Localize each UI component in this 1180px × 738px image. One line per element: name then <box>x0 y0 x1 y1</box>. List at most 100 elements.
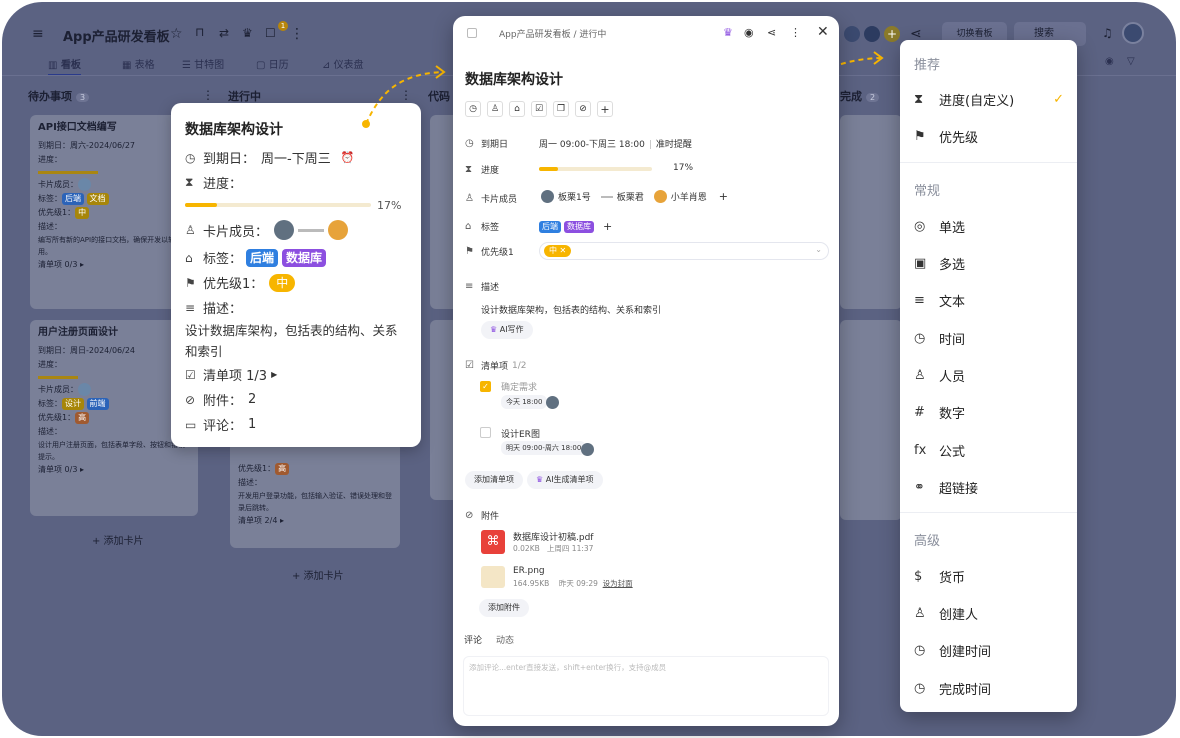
more-icon[interactable]: ⋮ <box>290 26 304 42</box>
add-card-button[interactable]: + 添加卡片 <box>292 567 344 582</box>
avatar <box>844 26 860 42</box>
checklist-item-time[interactable]: 今天 18:00 <box>501 395 548 409</box>
tab-gantt[interactable]: ☰ 甘特图 <box>182 56 224 71</box>
add-attachment-button[interactable]: 添加附件 <box>479 599 529 617</box>
swap-icon[interactable]: ⇄ <box>219 26 229 40</box>
attachment-name[interactable]: 数据库设计初稿.pdf <box>513 530 593 543</box>
menu-item-link[interactable]: ⚭ 超链接 <box>914 477 1064 497</box>
ai-checklist-button[interactable]: ♛ AI生成清单项 <box>527 471 603 489</box>
comment-input[interactable]: 添加评论...enter直接发送，shift+enter换行，支持@成员 <box>463 656 829 716</box>
due-value[interactable]: 周一 09:00-下周三 18:00 | 准时提醒 <box>539 137 692 150</box>
hash-icon: # <box>914 404 925 420</box>
user-avatar[interactable] <box>1122 22 1144 44</box>
add-card-button[interactable]: + 添加卡片 <box>92 532 144 547</box>
description-text[interactable]: 设计数据库架构，包括表的结构、关系和索引 <box>481 303 661 316</box>
user-icon: ♙ <box>914 605 926 621</box>
tab-dashboard[interactable]: ⊿ 仪表盘 <box>322 56 364 71</box>
checklist-item-text[interactable]: 设计ER图 <box>501 427 540 440</box>
checkbox-checked[interactable]: ✓ <box>480 381 491 392</box>
card-preview-popup[interactable]: 数据库架构设计 ◷ 到期日： 周一-下周三 ⏰ ⧗ 进度： 17% ♙ 卡片成员： ⌂ 标签… <box>171 103 421 447</box>
tab-activity[interactable]: 动态 <box>496 633 514 646</box>
add-member-icon[interactable]: + <box>884 26 900 42</box>
eye-icon[interactable]: ◉ <box>744 26 754 39</box>
more-icon[interactable]: ⋮ <box>790 26 801 39</box>
tab-table[interactable]: ▦ 表格 <box>122 56 155 71</box>
menu-item-priority[interactable]: ⚑ 优先级 <box>914 126 1064 146</box>
comment-row: ▭ 评论： 1 <box>185 417 257 434</box>
avatar <box>653 190 667 203</box>
checklist-item-time[interactable]: 明天 09:00-周六 18:00 <box>501 441 587 455</box>
progress-track[interactable] <box>539 167 652 171</box>
magic-icon[interactable]: ♛ <box>723 26 733 39</box>
progress-track <box>185 203 371 207</box>
tab-comment[interactable]: 评论 <box>464 633 482 646</box>
priority-select[interactable]: 中 ✕ ⌄ <box>539 242 829 260</box>
menu-item-single[interactable]: ◎ 单选 <box>914 216 1064 236</box>
magic-icon[interactable]: ♛ <box>242 26 253 40</box>
copy-icon[interactable]: ❐ <box>553 101 569 117</box>
comment-icon: ▭ <box>185 417 197 432</box>
kanban-card[interactable]: 优先级1：高 描述： 开发用户登录功能，包括输入验证、错误处理和登录后跳转。 清… <box>230 442 400 548</box>
tab-calendar[interactable]: ▢ 日历 <box>256 56 289 71</box>
paperclip-icon[interactable]: ⊘ <box>575 101 591 117</box>
menu-item-currency[interactable]: $ 货币 <box>914 566 1064 586</box>
check-icon: ✓ <box>1053 91 1064 107</box>
caret-right-icon: ▶ <box>271 370 278 379</box>
ai-write-button[interactable]: ♛ AI写作 <box>481 321 533 339</box>
add-checklist-button[interactable]: 添加清单项 <box>465 471 523 489</box>
tab-kanban[interactable]: ▥ 看板 <box>48 56 81 76</box>
lock-icon[interactable]: ⊓ <box>195 25 204 39</box>
bell-icon[interactable]: ♫ <box>1102 26 1113 40</box>
tag-icon[interactable]: ⌂ <box>509 101 525 117</box>
star-icon[interactable]: ☆ <box>170 26 183 42</box>
menu-item-formula[interactable]: fx 公式 <box>914 440 1064 460</box>
magic-icon: ♛ <box>490 325 498 334</box>
avatar <box>581 443 594 456</box>
set-cover-link[interactable]: 设为封面 <box>603 579 633 588</box>
card-title: 数据库架构设计 <box>465 72 563 88</box>
checklist-row[interactable]: ☑ 清单项 1/3 ▶ <box>185 362 407 387</box>
quick-toolbar: ◷ ♙ ⌂ ☑ ❐ ⊘ + <box>465 101 613 117</box>
filter-icon[interactable]: ▽ <box>1127 56 1135 67</box>
progress-value: 17% <box>673 163 694 173</box>
menu-item-progress[interactable]: ⧗ 进度(自定义) ✓ <box>914 89 1064 109</box>
menu-item-completed-time[interactable]: ◷ 完成时间 <box>914 678 1064 698</box>
close-icon[interactable]: ✕ <box>560 246 567 255</box>
tag-icon: ⌂ <box>465 221 472 232</box>
menu-item-number[interactable]: # 数字 <box>914 402 1064 422</box>
eye-icon[interactable]: ◉ <box>1105 56 1114 67</box>
column-more-icon[interactable]: ⋮ <box>202 88 214 102</box>
kanban-card[interactable] <box>840 320 902 520</box>
checkbox[interactable] <box>480 427 491 438</box>
menu-item-created-time[interactable]: ◷ 创建时间 <box>914 640 1064 660</box>
checklist-icon[interactable]: ☑ <box>531 101 547 117</box>
share-icon[interactable]: ⋖ <box>767 26 776 39</box>
field-type-menu[interactable]: 推荐 ⧗ 进度(自定义) ✓ ⚑ 优先级 常规 ◎ 单选 ▣ 多选 ≡ 文本 ◷ 时间 ♙ 人员… <box>900 40 1077 712</box>
add-tag-icon[interactable]: + <box>603 220 612 233</box>
menu-item-multi[interactable]: ▣ 多选 <box>914 253 1064 273</box>
robot-icon[interactable]: ☐ <box>265 26 276 40</box>
priority-chip[interactable]: 中 ✕ <box>544 245 572 257</box>
complete-checkbox[interactable] <box>467 28 477 38</box>
desc-label: ≡ 描述 <box>465 281 500 293</box>
progress-fill <box>185 203 217 207</box>
menu-icon[interactable]: ≡ <box>32 26 44 42</box>
menu-section-title: 常规 <box>914 184 941 199</box>
add-member-icon[interactable]: + <box>719 190 728 203</box>
clock-icon[interactable]: ◷ <box>465 101 481 117</box>
card-detail-panel[interactable]: App产品研发看板 / 进行中 ♛ ◉ ⋖ ⋮ ✕ 数据库架构设计 ◷ ♙ ⌂ … <box>453 16 839 726</box>
kanban-card[interactable] <box>840 115 902 309</box>
menu-item-person[interactable]: ♙ 人员 <box>914 365 1064 385</box>
close-icon[interactable]: ✕ <box>817 24 829 40</box>
members-label: ♙ 卡片成员 <box>465 193 518 205</box>
user-icon[interactable]: ♙ <box>487 101 503 117</box>
checklist-icon: ☑ <box>465 360 474 371</box>
menu-item-creator[interactable]: ♙ 创建人 <box>914 603 1064 623</box>
menu-item-text[interactable]: ≡ 文本 <box>914 290 1064 310</box>
progress-bar <box>38 376 78 379</box>
avatar <box>78 383 91 396</box>
menu-item-time[interactable]: ◷ 时间 <box>914 328 1064 348</box>
add-icon[interactable]: + <box>597 101 613 117</box>
attachment-name[interactable]: ER.png <box>513 566 545 576</box>
checklist-item-text[interactable]: 确定需求 <box>501 380 537 393</box>
